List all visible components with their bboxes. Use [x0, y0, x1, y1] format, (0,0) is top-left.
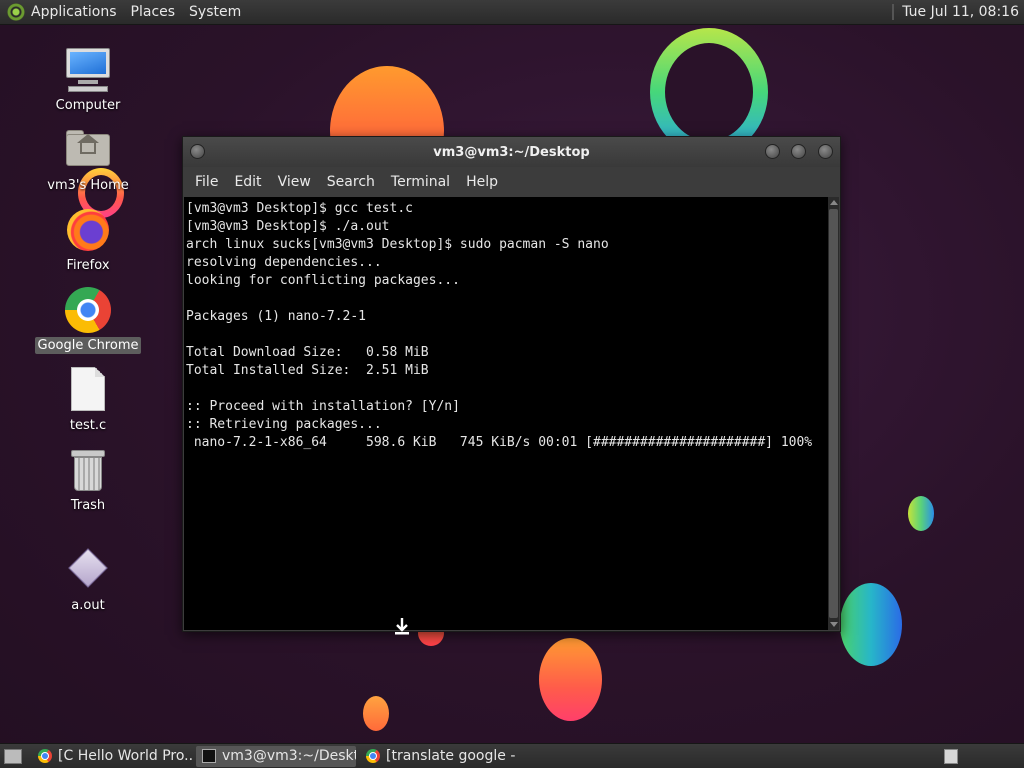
- executable-icon: [64, 546, 112, 594]
- firefox-icon: [64, 206, 112, 254]
- places-menu[interactable]: Places: [131, 4, 176, 20]
- panel-separator: [892, 4, 895, 20]
- download-cursor-icon: [395, 618, 409, 635]
- clock[interactable]: Tue Jul 11, 08:16: [902, 4, 1019, 20]
- menu-file[interactable]: File: [187, 174, 226, 190]
- desktop-icon-label: Trash: [70, 498, 106, 513]
- desktop-icon-label: Google Chrome: [34, 337, 142, 354]
- desktop-icon-home[interactable]: vm3's Home: [32, 126, 144, 194]
- chrome-icon: [38, 749, 52, 763]
- desktop-icon-firefox[interactable]: Firefox: [32, 206, 144, 274]
- chrome-icon: [64, 286, 112, 334]
- chrome-icon: [366, 749, 380, 763]
- trash-icon: [64, 446, 112, 494]
- desktop-icon-label: Computer: [55, 98, 121, 113]
- wallpaper-small-orange-blob: [363, 696, 389, 731]
- wallpaper-green-blob: [908, 496, 934, 531]
- distro-logo-icon[interactable]: [7, 3, 25, 21]
- taskbar-item-chrome-hello-world[interactable]: [C Hello World Pro...: [32, 746, 192, 767]
- computer-icon: [64, 46, 112, 94]
- desktop-icon-label: test.c: [69, 418, 107, 433]
- workspace-switcher[interactable]: [944, 748, 958, 764]
- menu-search[interactable]: Search: [319, 174, 383, 190]
- taskbar-item-terminal[interactable]: vm3@vm3:~/Desktop: [196, 745, 356, 767]
- bottom-panel: [C Hello World Pro... vm3@vm3:~/Desktop …: [0, 743, 1024, 768]
- desktop-icon-label: Firefox: [66, 258, 110, 273]
- desktop-icon-chrome[interactable]: Google Chrome: [32, 286, 144, 354]
- system-menu[interactable]: System: [189, 4, 241, 20]
- desktop-icon-computer[interactable]: Computer: [32, 46, 144, 114]
- desktop-icon-label: a.out: [71, 598, 105, 613]
- terminal-titlebar[interactable]: vm3@vm3:~/Desktop: [183, 137, 840, 167]
- menu-help[interactable]: Help: [458, 174, 506, 190]
- top-panel: Applications Places System Tue Jul 11, 0…: [0, 0, 1024, 25]
- show-desktop-icon[interactable]: [4, 748, 22, 764]
- scroll-up-arrow-icon[interactable]: [830, 200, 838, 205]
- close-button[interactable]: [818, 144, 833, 159]
- window-menu-button[interactable]: [190, 144, 205, 159]
- desktop-icon-label: vm3's Home: [47, 178, 129, 193]
- terminal-menubar: File Edit View Search Terminal Help: [183, 167, 840, 197]
- taskbar-item-label: [translate google - ...: [386, 748, 520, 764]
- taskbar-item-label: vm3@vm3:~/Desktop: [222, 748, 356, 764]
- text-file-icon: [64, 366, 112, 414]
- menu-terminal[interactable]: Terminal: [383, 174, 458, 190]
- menu-view[interactable]: View: [270, 174, 319, 190]
- wallpaper-teal-blob: [840, 583, 902, 666]
- desktop-icon-test-c[interactable]: test.c: [32, 366, 144, 434]
- applications-menu[interactable]: Applications: [31, 4, 117, 20]
- terminal-window[interactable]: vm3@vm3:~/Desktop File Edit View Search …: [182, 136, 841, 632]
- terminal-icon: [202, 749, 216, 763]
- taskbar-item-chrome-translate[interactable]: [translate google - ...: [360, 746, 520, 767]
- taskbar-item-label: [C Hello World Pro...: [58, 748, 192, 764]
- minimize-button[interactable]: [765, 144, 780, 159]
- desktop-icon-trash[interactable]: Trash: [32, 446, 144, 514]
- maximize-button[interactable]: [791, 144, 806, 159]
- wallpaper-orange-blob-bottom: [539, 638, 602, 721]
- scrollbar-thumb[interactable]: [829, 209, 838, 618]
- menu-edit[interactable]: Edit: [226, 174, 269, 190]
- desktop-icon-a-out[interactable]: a.out: [32, 546, 144, 614]
- terminal-output: [vm3@vm3 Desktop]$ gcc test.c [vm3@vm3 D…: [186, 201, 813, 450]
- terminal-output-area[interactable]: [vm3@vm3 Desktop]$ gcc test.c [vm3@vm3 D…: [184, 197, 828, 630]
- home-folder-icon: [64, 126, 112, 174]
- terminal-scrollbar[interactable]: [828, 197, 839, 630]
- scroll-down-arrow-icon[interactable]: [830, 622, 838, 627]
- window-title: vm3@vm3:~/Desktop: [433, 144, 590, 160]
